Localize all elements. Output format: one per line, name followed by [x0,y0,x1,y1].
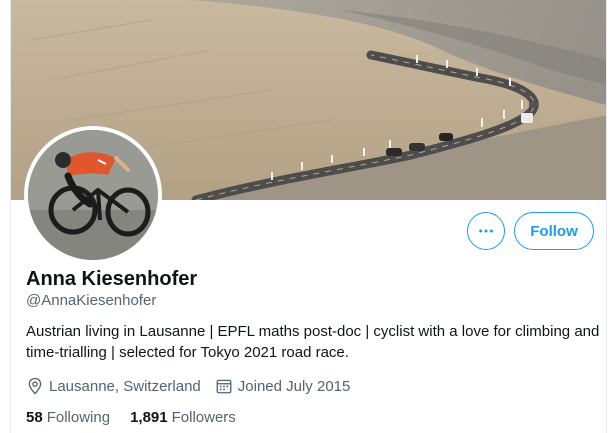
profile-meta: Lausanne, Switzerland Joined July 2015 [26,376,364,396]
followers-label: Followers [171,408,236,426]
right-divider [606,0,607,433]
location-pin-icon [28,377,42,395]
avatar-image [28,130,158,260]
avatar[interactable] [24,126,162,264]
profile-stats: 58 Following 1,891 Followers [26,407,256,427]
more-options-button[interactable] [467,212,505,250]
profile-page: Follow Anna Kiesenhofer @AnnaKiesenhofer… [0,0,615,433]
followers-link[interactable]: 1,891 Followers [130,409,236,426]
more-horizontal-icon [479,229,493,233]
cyclist-photo [28,130,158,260]
following-link[interactable]: 58 Following [26,409,110,426]
user-handle: @AnnaKiesenhofer [26,292,157,309]
profile-bio: Austrian living in Lausanne | EPFL maths… [26,323,600,361]
location: Lausanne, Switzerland [26,377,201,395]
display-name: Anna Kiesenhofer [26,268,198,290]
following-label: Following [46,408,111,426]
join-date-text: Joined July 2015 [237,377,351,395]
followers-count: 1,891 [130,408,168,426]
join-date: Joined July 2015 [215,377,351,395]
following-count: 58 [26,408,43,426]
location-text: Lausanne, Switzerland [49,377,201,395]
follow-button[interactable]: Follow [514,212,594,250]
calendar-icon [216,379,232,394]
